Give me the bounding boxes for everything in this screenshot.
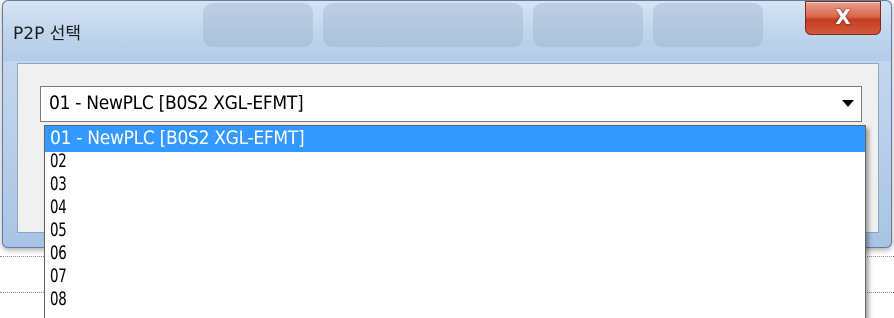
- option-label: 04: [50, 196, 67, 218]
- title-bar[interactable]: P2P 선택 X: [3, 1, 891, 61]
- combobox-selected-value: 01 - NewPLC [B0S2 XGL-EFMT]: [49, 92, 304, 114]
- p2p-dropdown-list[interactable]: 01 - NewPLC [B0S2 XGL-EFMT] 02 03 04 05 …: [44, 125, 866, 318]
- title-bar-glass: [653, 3, 763, 47]
- option-label: 01 - NewPLC [B0S2 XGL-EFMT]: [50, 127, 305, 149]
- option-label: 06: [50, 242, 67, 264]
- close-button[interactable]: X: [805, 1, 881, 35]
- p2p-combobox[interactable]: 01 - NewPLC [B0S2 XGL-EFMT]: [40, 86, 862, 122]
- dropdown-option-08[interactable]: 08: [45, 289, 865, 313]
- title-bar-glass: [323, 3, 523, 47]
- dropdown-option-04[interactable]: 04: [45, 197, 865, 221]
- option-label: 03: [50, 173, 67, 195]
- dropdown-option-02[interactable]: 02: [45, 151, 865, 175]
- dropdown-option-03[interactable]: 03: [45, 174, 865, 198]
- option-label: 08: [50, 288, 67, 310]
- dropdown-option-05[interactable]: 05: [45, 220, 865, 244]
- chevron-down-icon[interactable]: [835, 87, 861, 121]
- close-icon: X: [835, 5, 851, 29]
- option-label: 02: [50, 150, 67, 172]
- option-label: 05: [50, 219, 67, 241]
- dialog-title: P2P 선택: [13, 24, 82, 44]
- dropdown-option-01[interactable]: 01 - NewPLC [B0S2 XGL-EFMT]: [45, 126, 865, 152]
- dropdown-option-07[interactable]: 07: [45, 266, 865, 290]
- option-label: 07: [50, 265, 67, 287]
- title-bar-glass: [203, 3, 313, 47]
- title-bar-glass: [533, 3, 643, 47]
- dropdown-option-06[interactable]: 06: [45, 243, 865, 267]
